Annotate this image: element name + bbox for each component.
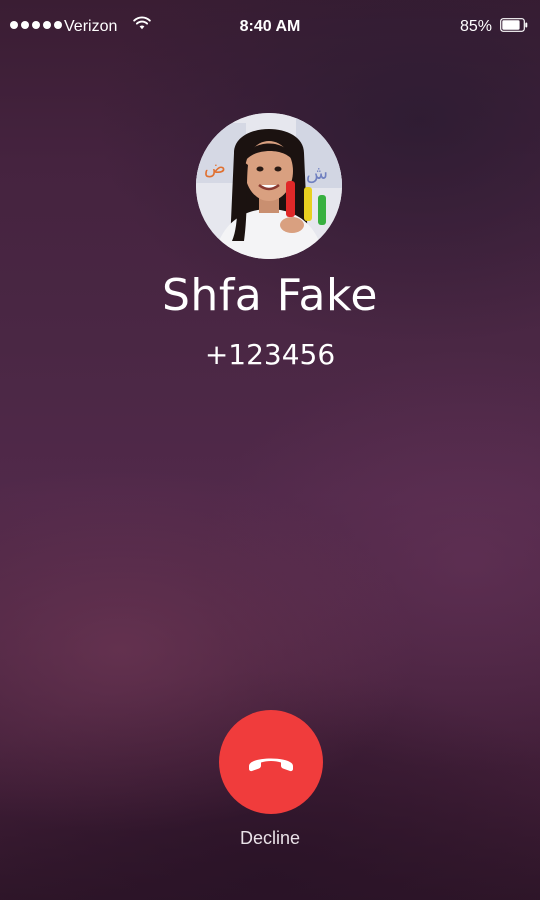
battery-fill [502, 20, 520, 30]
svg-text:ش: ش [306, 163, 328, 184]
caller-photo: ض ش [196, 113, 342, 259]
caller-name: Shfa Fake [162, 270, 378, 321]
caller-avatar: ض ش [196, 113, 342, 259]
caller-number: +123456 [204, 338, 336, 371]
phone-hangup-icon [249, 758, 293, 772]
decline-label: Decline [239, 828, 301, 848]
decline-call-button[interactable] [219, 710, 323, 814]
svg-text:ض: ض [204, 157, 226, 178]
battery-percentage: 85% [459, 18, 492, 35]
status-bar: Verizon 8:40 AM 85% [0, 0, 540, 52]
battery-icon [500, 18, 528, 32]
